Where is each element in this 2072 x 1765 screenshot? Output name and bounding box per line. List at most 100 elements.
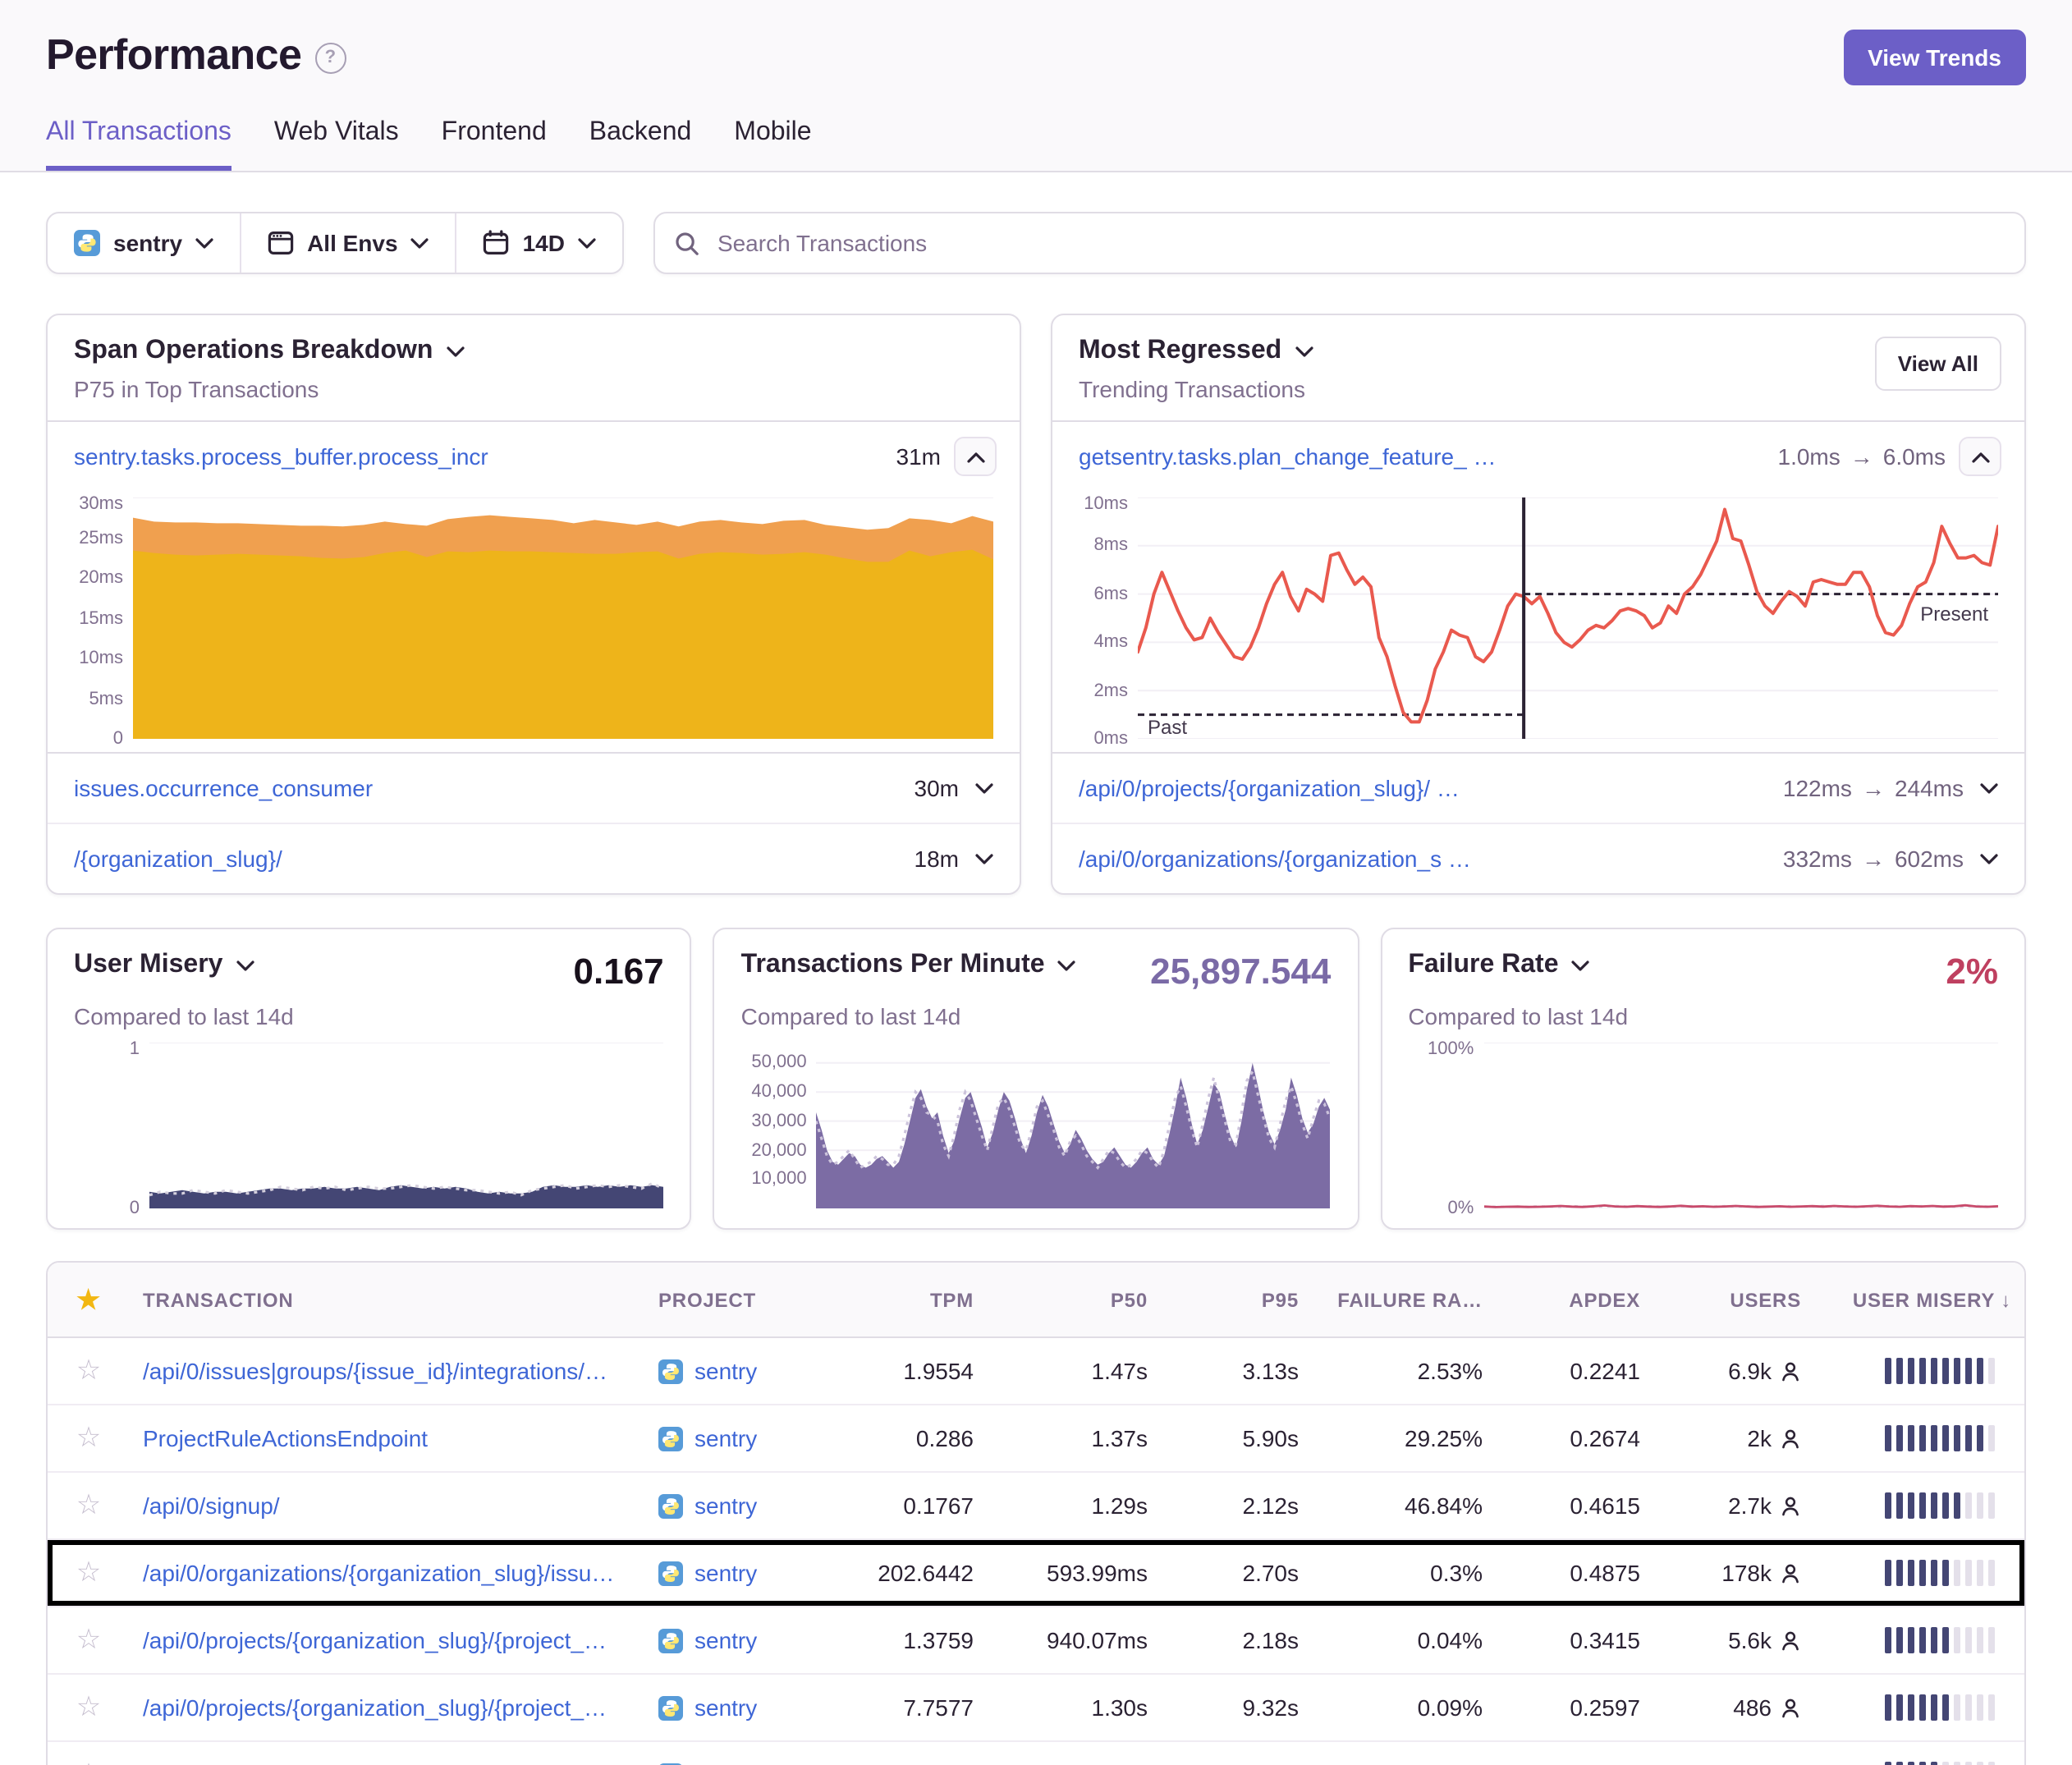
users-cell: 168k <box>1653 1762 1814 1765</box>
table-row[interactable]: ☆ /api/0/organizations/{organization_slu… <box>48 1740 2024 1765</box>
p95-cell: 3.05s <box>1161 1762 1312 1765</box>
project-link[interactable]: sentry <box>694 1492 757 1519</box>
star-icon[interactable]: ☆ <box>48 1758 130 1765</box>
search-transactions[interactable] <box>653 212 2026 274</box>
expand-button[interactable] <box>972 782 997 794</box>
tab-frontend[interactable]: Frontend <box>442 118 547 171</box>
view-trends-button[interactable]: View Trends <box>1843 30 2026 85</box>
column-transaction[interactable]: TRANSACTION <box>130 1288 645 1311</box>
transaction-link[interactable]: /api/0/organizations/{organization_slug}… <box>143 1762 614 1765</box>
help-icon[interactable]: ? <box>314 42 346 73</box>
span-op-link[interactable]: sentry.tasks.process_buffer.process_incr <box>74 443 883 470</box>
user-misery-bars <box>1814 1694 2024 1721</box>
star-icon[interactable]: ☆ <box>48 1355 130 1387</box>
transaction-link[interactable]: /api/0/issues|groups/{issue_id}/integrat… <box>143 1358 607 1384</box>
chevron-down-icon[interactable] <box>1058 960 1076 971</box>
star-icon[interactable]: ☆ <box>48 1422 130 1455</box>
star-icon[interactable]: ☆ <box>48 1489 130 1522</box>
tpm-title[interactable]: Transactions Per Minute <box>741 951 1045 980</box>
regression-link[interactable]: /api/0/organizations/{organization_s … <box>1079 846 1770 872</box>
project-selector[interactable]: sentry <box>48 213 240 273</box>
user-icon <box>1780 1360 1801 1382</box>
p50-cell: 1.37s <box>987 1425 1161 1451</box>
user-icon <box>1780 1562 1801 1584</box>
regression-link[interactable]: /api/0/projects/{organization_slug}/ … <box>1079 775 1770 801</box>
transaction-link[interactable]: /api/0/projects/{organization_slug}/{pro… <box>143 1694 607 1721</box>
regression-to: 602ms <box>1895 846 1964 872</box>
collapse-button[interactable] <box>1959 437 2001 476</box>
star-icon[interactable]: ☆ <box>48 1691 130 1724</box>
user-misery-bars <box>1814 1560 2024 1586</box>
span-op-row: /{organization_slug}/ 18m <box>48 823 1020 893</box>
star-icon[interactable]: ★ <box>48 1283 130 1316</box>
column-failure-rate[interactable]: FAILURE RA… <box>1312 1288 1496 1311</box>
apdex-cell: 0.2241 <box>1496 1358 1653 1384</box>
table-row[interactable]: ☆ ProjectRuleActionsEndpoint sentry 0.28… <box>48 1404 2024 1471</box>
span-op-link[interactable]: /{organization_slug}/ <box>74 846 901 872</box>
column-p50[interactable]: P50 <box>987 1288 1161 1311</box>
span-op-link[interactable]: issues.occurrence_consumer <box>74 775 901 801</box>
column-user-misery[interactable]: USER MISERY ↓ <box>1814 1288 2024 1311</box>
column-tpm[interactable]: TPM <box>829 1288 987 1311</box>
project-link[interactable]: sentry <box>694 1560 757 1586</box>
user-misery-title[interactable]: User Misery <box>74 951 222 980</box>
column-users[interactable]: USERS <box>1653 1288 1814 1311</box>
star-icon[interactable]: ☆ <box>48 1624 130 1657</box>
column-p95[interactable]: P95 <box>1161 1288 1312 1311</box>
environment-selector[interactable]: All Envs <box>240 213 456 273</box>
table-row[interactable]: ☆ /api/0/projects/{organization_slug}/{p… <box>48 1606 2024 1673</box>
most-regressed-title[interactable]: Most Regressed <box>1079 337 1281 366</box>
user-misery-bars <box>1814 1627 2024 1653</box>
transaction-link[interactable]: /api/0/projects/{organization_slug}/{pro… <box>143 1627 607 1653</box>
chevron-down-icon <box>975 782 993 794</box>
span-ops-title[interactable]: Span Operations Breakdown <box>74 337 433 366</box>
table-row[interactable]: ☆ /api/0/issues|groups/{issue_id}/integr… <box>48 1338 2024 1404</box>
column-apdex[interactable]: APDEX <box>1496 1288 1653 1311</box>
p50-cell: 1.30s <box>987 1694 1161 1721</box>
date-range-selector[interactable]: 14D <box>456 213 622 273</box>
expand-button[interactable] <box>1977 782 2001 794</box>
view-all-button[interactable]: View All <box>1875 337 2001 391</box>
expand-button[interactable] <box>972 853 997 864</box>
chevron-up-icon <box>1971 451 1989 462</box>
collapse-button[interactable] <box>954 437 997 476</box>
star-icon[interactable]: ☆ <box>48 1556 130 1589</box>
project-link[interactable]: sentry <box>694 1425 757 1451</box>
user-misery-bars <box>1814 1358 2024 1384</box>
chevron-down-icon[interactable] <box>446 346 464 357</box>
tab-mobile[interactable]: Mobile <box>734 118 811 171</box>
table-row[interactable]: ☆ /api/0/organizations/{organization_slu… <box>48 1538 2024 1606</box>
project-link[interactable]: sentry <box>694 1627 757 1653</box>
environment-window-icon <box>268 230 294 256</box>
expand-button[interactable] <box>1977 853 2001 864</box>
span-ops-subtitle: P75 in Top Transactions <box>74 376 993 402</box>
failure-rate-subtitle: Compared to last 14d <box>1408 1003 1998 1029</box>
regression-link[interactable]: getsentry.tasks.plan_change_feature_ … <box>1079 443 1765 470</box>
failure-rate-chart: 100%0% <box>1408 1043 1998 1208</box>
chevron-down-icon[interactable] <box>1572 960 1590 971</box>
project-link[interactable]: sentry <box>694 1694 757 1721</box>
span-op-value: 30m <box>915 775 959 801</box>
tpm-cell: 125.4714 <box>829 1762 987 1765</box>
tpm-cell: 7.7577 <box>829 1694 987 1721</box>
transaction-link[interactable]: /api/0/signup/ <box>143 1492 280 1519</box>
failure-rate-title[interactable]: Failure Rate <box>1408 951 1558 980</box>
tab-backend[interactable]: Backend <box>589 118 692 171</box>
chevron-down-icon <box>1980 782 1998 794</box>
project-link[interactable]: sentry <box>694 1762 757 1765</box>
users-cell: 5.6k <box>1653 1627 1814 1653</box>
search-input[interactable] <box>714 228 2005 258</box>
user-misery-card: User Misery 0.167 Compared to last 14d 1… <box>46 928 692 1230</box>
project-link[interactable]: sentry <box>694 1358 757 1384</box>
chevron-down-icon[interactable] <box>1295 346 1313 357</box>
user-icon <box>1780 1630 1801 1651</box>
tab-all-transactions[interactable]: All Transactions <box>46 118 231 171</box>
tab-web-vitals[interactable]: Web Vitals <box>274 118 399 171</box>
table-row[interactable]: ☆ /api/0/projects/{organization_slug}/{p… <box>48 1673 2024 1740</box>
transaction-link[interactable]: /api/0/organizations/{organization_slug}… <box>143 1560 614 1586</box>
column-project[interactable]: PROJECT <box>645 1288 829 1311</box>
regression-expanded-row: getsentry.tasks.plan_change_feature_ … 1… <box>1052 422 2024 491</box>
transaction-link[interactable]: ProjectRuleActionsEndpoint <box>143 1425 428 1451</box>
table-row[interactable]: ☆ /api/0/signup/ sentry 0.1767 1.29s 2.1… <box>48 1471 2024 1538</box>
chevron-down-icon[interactable] <box>236 960 254 971</box>
